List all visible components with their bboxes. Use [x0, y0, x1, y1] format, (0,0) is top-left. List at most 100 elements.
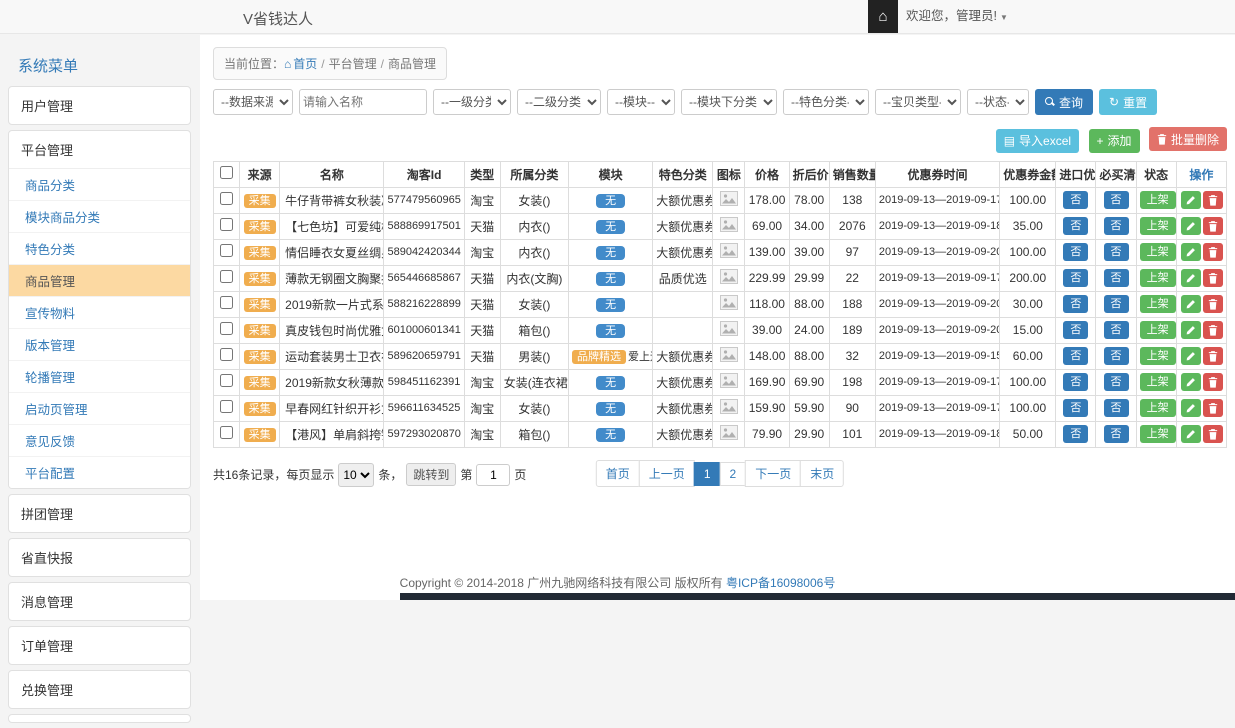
must-buy-toggle[interactable]: 否 — [1104, 399, 1129, 417]
edit-button[interactable] — [1181, 217, 1201, 235]
import-select-toggle[interactable]: 否 — [1063, 269, 1088, 287]
icp-link[interactable]: 粤ICP备16098006号 — [726, 576, 835, 590]
filter-select[interactable]: --一级分类-- — [433, 89, 511, 115]
status-badge[interactable]: 上架 — [1140, 217, 1176, 235]
status-badge[interactable]: 上架 — [1140, 295, 1176, 313]
import-select-toggle[interactable]: 否 — [1063, 347, 1088, 365]
sidebar-item[interactable]: 轮播管理 — [9, 360, 190, 392]
sidebar-item[interactable]: 商品管理 — [9, 264, 190, 296]
reset-button[interactable]: ↻重置 — [1099, 89, 1157, 115]
row-checkbox[interactable] — [220, 400, 233, 413]
row-checkbox[interactable] — [220, 426, 233, 439]
filter-select[interactable]: --宝贝类型-- — [875, 89, 961, 115]
add-button[interactable]: +添加 — [1089, 129, 1140, 153]
import-select-toggle[interactable]: 否 — [1063, 321, 1088, 339]
edit-button[interactable] — [1181, 399, 1201, 417]
must-buy-toggle[interactable]: 否 — [1104, 269, 1129, 287]
sidebar-item[interactable]: 意见反馈 — [9, 424, 190, 456]
delete-button[interactable] — [1203, 217, 1223, 235]
import-select-toggle[interactable]: 否 — [1063, 191, 1088, 209]
edit-button[interactable] — [1181, 373, 1201, 391]
search-button[interactable]: 查询 — [1035, 89, 1093, 115]
home-button[interactable]: ⌂ — [868, 0, 898, 33]
edit-button[interactable] — [1181, 191, 1201, 209]
sidebar-item[interactable]: 启动页管理 — [9, 392, 190, 424]
sidebar-group-label[interactable]: 提现管理 — [9, 715, 190, 723]
status-badge[interactable]: 上架 — [1140, 191, 1176, 209]
sidebar-group-label[interactable]: 兑换管理 — [9, 671, 190, 708]
sidebar-item[interactable]: 平台配置 — [9, 456, 190, 488]
row-checkbox[interactable] — [220, 296, 233, 309]
edit-button[interactable] — [1181, 425, 1201, 443]
import-select-toggle[interactable]: 否 — [1063, 425, 1088, 443]
delete-button[interactable] — [1203, 399, 1223, 417]
delete-button[interactable] — [1203, 269, 1223, 287]
row-checkbox[interactable] — [220, 322, 233, 335]
status-badge[interactable]: 上架 — [1140, 347, 1176, 365]
page-button[interactable]: 1 — [694, 462, 721, 486]
filter-select[interactable]: --特色分类-- — [783, 89, 869, 115]
page-button[interactable]: 末页 — [800, 460, 844, 487]
page-button[interactable]: 上一页 — [639, 460, 695, 487]
import-select-toggle[interactable]: 否 — [1063, 217, 1088, 235]
must-buy-toggle[interactable]: 否 — [1104, 243, 1129, 261]
import-excel-button[interactable]: ▤导入excel — [996, 129, 1079, 153]
import-select-toggle[interactable]: 否 — [1063, 295, 1088, 313]
sidebar-item[interactable]: 版本管理 — [9, 328, 190, 360]
must-buy-toggle[interactable]: 否 — [1104, 373, 1129, 391]
batch-delete-button[interactable]: 批量删除 — [1149, 127, 1227, 151]
filter-select[interactable]: --数据来源-- — [213, 89, 293, 115]
sidebar-item[interactable]: 特色分类 — [9, 232, 190, 264]
delete-button[interactable] — [1203, 321, 1223, 339]
delete-button[interactable] — [1203, 373, 1223, 391]
must-buy-toggle[interactable]: 否 — [1104, 425, 1129, 443]
edit-button[interactable] — [1181, 243, 1201, 261]
must-buy-toggle[interactable]: 否 — [1104, 347, 1129, 365]
row-checkbox[interactable] — [220, 192, 233, 205]
delete-button[interactable] — [1203, 191, 1223, 209]
select-all-checkbox[interactable] — [220, 166, 233, 179]
delete-button[interactable] — [1203, 243, 1223, 261]
must-buy-toggle[interactable]: 否 — [1104, 191, 1129, 209]
status-badge[interactable]: 上架 — [1140, 269, 1176, 287]
filter-select[interactable]: --模块下分类-- — [681, 89, 777, 115]
status-badge[interactable]: 上架 — [1140, 399, 1176, 417]
filter-select[interactable]: --模块-- — [607, 89, 675, 115]
status-badge[interactable]: 上架 — [1140, 373, 1176, 391]
user-menu[interactable]: 欢迎您，管理员!▼ — [906, 0, 1008, 33]
must-buy-toggle[interactable]: 否 — [1104, 295, 1129, 313]
sidebar-group-label[interactable]: 用户管理 — [9, 87, 190, 124]
breadcrumb-home-link[interactable]: 首页 — [293, 57, 317, 71]
import-select-toggle[interactable]: 否 — [1063, 243, 1088, 261]
sidebar-group-label[interactable]: 拼团管理 — [9, 495, 190, 532]
name-search-input[interactable] — [299, 89, 427, 115]
row-checkbox[interactable] — [220, 374, 233, 387]
edit-button[interactable] — [1181, 269, 1201, 287]
filter-select[interactable]: --状态-- — [967, 89, 1029, 115]
import-select-toggle[interactable]: 否 — [1063, 399, 1088, 417]
per-page-select[interactable]: 10 — [338, 463, 374, 487]
status-badge[interactable]: 上架 — [1140, 243, 1176, 261]
sidebar-group-label[interactable]: 省直快报 — [9, 539, 190, 576]
row-checkbox[interactable] — [220, 270, 233, 283]
sidebar-item[interactable]: 模块商品分类 — [9, 200, 190, 232]
edit-button[interactable] — [1181, 295, 1201, 313]
delete-button[interactable] — [1203, 347, 1223, 365]
page-button[interactable]: 首页 — [596, 460, 640, 487]
edit-button[interactable] — [1181, 321, 1201, 339]
delete-button[interactable] — [1203, 425, 1223, 443]
page-button[interactable]: 2 — [720, 462, 747, 486]
row-checkbox[interactable] — [220, 218, 233, 231]
status-badge[interactable]: 上架 — [1140, 425, 1176, 443]
import-select-toggle[interactable]: 否 — [1063, 373, 1088, 391]
edit-button[interactable] — [1181, 347, 1201, 365]
sidebar-group-label[interactable]: 订单管理 — [9, 627, 190, 664]
must-buy-toggle[interactable]: 否 — [1104, 217, 1129, 235]
status-badge[interactable]: 上架 — [1140, 321, 1176, 339]
filter-select[interactable]: --二级分类-- — [517, 89, 601, 115]
page-button[interactable]: 下一页 — [745, 460, 801, 487]
must-buy-toggle[interactable]: 否 — [1104, 321, 1129, 339]
delete-button[interactable] — [1203, 295, 1223, 313]
sidebar-item[interactable]: 商品分类 — [9, 169, 190, 200]
jump-button[interactable]: 跳转到 — [406, 463, 456, 486]
